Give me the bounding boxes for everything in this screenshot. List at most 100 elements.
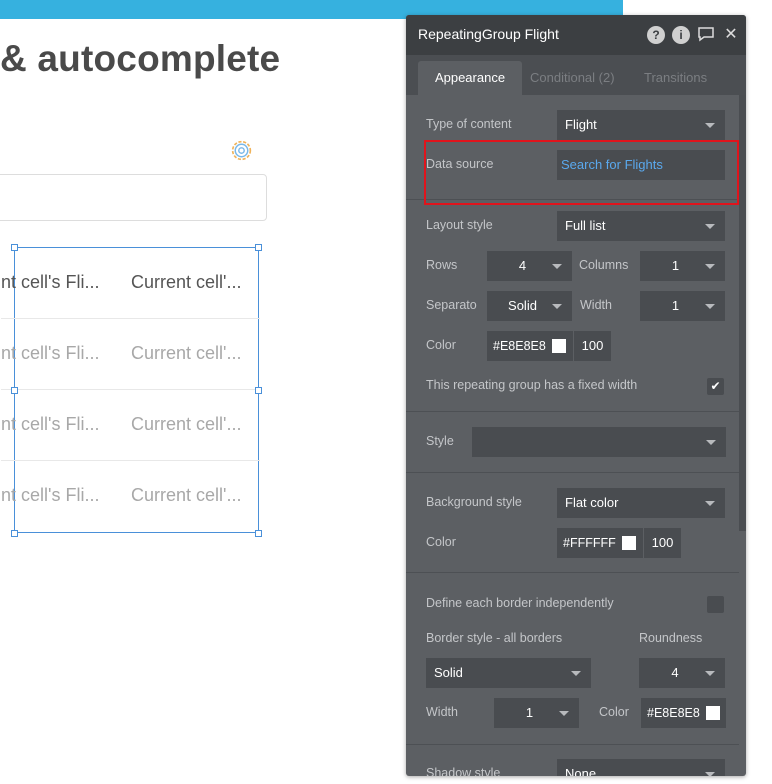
cell-flight: nt cell's Fli... bbox=[1, 414, 100, 434]
border-color-label: Color bbox=[599, 705, 629, 719]
layout-style-dropdown[interactable]: Full list bbox=[557, 211, 725, 241]
width-label: Width bbox=[580, 298, 612, 312]
tab-conditional[interactable]: Conditional (2) bbox=[530, 61, 615, 95]
border-style-dropdown[interactable]: Solid bbox=[426, 658, 591, 688]
chevron-down-icon bbox=[552, 264, 562, 269]
comment-icon[interactable] bbox=[697, 26, 715, 44]
chevron-down-icon bbox=[705, 772, 715, 776]
chevron-down-icon bbox=[705, 671, 715, 676]
search-input[interactable] bbox=[0, 174, 267, 221]
divider bbox=[406, 744, 739, 745]
border-style-value: Solid bbox=[434, 665, 463, 680]
property-editor-panel: RepeatingGroup Flight ? i ✕ Appearance C… bbox=[406, 15, 746, 776]
chevron-down-icon bbox=[705, 123, 715, 128]
border-color-swatch[interactable] bbox=[706, 706, 720, 720]
cell-current: Current cell'... bbox=[131, 272, 242, 292]
resize-handle[interactable] bbox=[11, 387, 18, 394]
cell-flight: nt cell's Fli... bbox=[1, 343, 100, 363]
style-label: Style bbox=[426, 434, 454, 448]
columns-label: Columns bbox=[579, 258, 629, 272]
shadow-style-value: None bbox=[565, 766, 597, 776]
chevron-down-icon bbox=[705, 264, 715, 269]
background-style-dropdown[interactable]: Flat color bbox=[557, 488, 725, 518]
resize-handle[interactable] bbox=[255, 387, 262, 394]
roundness-value: 4 bbox=[671, 665, 679, 680]
shadow-style-label: Shadow style bbox=[426, 766, 501, 776]
background-style-label: Background style bbox=[426, 495, 522, 509]
page-title: & autocomplete bbox=[0, 38, 281, 79]
cell-current: Current cell'... bbox=[131, 414, 242, 434]
type-of-content-label: Type of content bbox=[426, 117, 512, 131]
columns-dropdown[interactable]: 1 bbox=[640, 251, 725, 281]
chevron-down-icon bbox=[705, 501, 715, 506]
shadow-style-dropdown[interactable]: None bbox=[557, 759, 725, 776]
color-hex-value: #E8E8E8 bbox=[493, 339, 546, 353]
border-width-dropdown[interactable]: 1 bbox=[494, 698, 579, 728]
border-independent-checkbox[interactable] bbox=[707, 596, 724, 613]
separator-width-value: 1 bbox=[671, 298, 680, 313]
chevron-down-icon bbox=[559, 711, 569, 716]
panel-tabs: Appearance Conditional (2) Transitions bbox=[406, 55, 746, 95]
chevron-down-icon bbox=[552, 304, 562, 309]
cell-current: Current cell'... bbox=[131, 343, 242, 363]
table-row[interactable]: nt cell's Fli... Current cell'... bbox=[1, 248, 260, 319]
help-icon[interactable]: ? bbox=[647, 26, 665, 44]
bg-color-swatch[interactable] bbox=[622, 536, 636, 550]
tab-transitions[interactable]: Transitions bbox=[644, 61, 707, 95]
separator-width-dropdown[interactable]: 1 bbox=[640, 291, 725, 321]
panel-title: RepeatingGroup Flight bbox=[418, 26, 559, 42]
separator-value: Solid bbox=[508, 298, 537, 313]
background-style-value: Flat color bbox=[565, 495, 619, 510]
tab-appearance[interactable]: Appearance bbox=[418, 61, 522, 95]
border-style-label: Border style - all borders bbox=[426, 631, 563, 645]
layout-style-value: Full list bbox=[565, 218, 606, 233]
cell-flight: nt cell's Fli... bbox=[1, 485, 100, 505]
type-of-content-dropdown[interactable]: Flight bbox=[557, 110, 725, 140]
panel-header[interactable]: RepeatingGroup Flight ? i ✕ bbox=[406, 15, 746, 55]
info-icon[interactable]: i bbox=[672, 26, 690, 44]
gear-icon[interactable] bbox=[229, 138, 254, 163]
fixed-width-label: This repeating group has a fixed width bbox=[426, 378, 638, 392]
style-dropdown[interactable] bbox=[472, 427, 726, 457]
roundness-dropdown[interactable]: 4 bbox=[639, 658, 725, 688]
divider bbox=[406, 572, 739, 573]
chevron-down-icon bbox=[705, 224, 715, 229]
table-row[interactable]: nt cell's Fli... Current cell'... bbox=[1, 390, 260, 461]
table-row[interactable]: nt cell's Fli... Current cell'... bbox=[1, 461, 260, 532]
border-independent-label: Define each border independently bbox=[426, 596, 614, 610]
columns-value: 1 bbox=[671, 258, 680, 273]
divider bbox=[406, 472, 739, 473]
chevron-down-icon bbox=[706, 440, 716, 445]
bg-color-label: Color bbox=[426, 535, 456, 549]
separator-dropdown[interactable]: Solid bbox=[487, 291, 572, 321]
fixed-width-checkbox[interactable]: ✔ bbox=[707, 378, 724, 395]
resize-handle[interactable] bbox=[255, 530, 262, 537]
close-icon[interactable]: ✕ bbox=[722, 26, 740, 44]
roundness-label: Roundness bbox=[639, 631, 703, 645]
border-width-value: 1 bbox=[525, 705, 534, 720]
color-opacity-input[interactable]: 100 bbox=[573, 331, 611, 361]
table-row[interactable]: nt cell's Fli... Current cell'... bbox=[1, 319, 260, 390]
rows-value: 4 bbox=[518, 258, 527, 273]
panel-scrollbar[interactable] bbox=[739, 95, 746, 531]
data-source-highlight bbox=[424, 140, 739, 205]
resize-handle[interactable] bbox=[11, 530, 18, 537]
resize-handle[interactable] bbox=[255, 244, 262, 251]
cell-current: Current cell'... bbox=[131, 485, 242, 505]
repeating-group[interactable]: nt cell's Fli... Current cell'... nt cel… bbox=[1, 247, 260, 533]
cell-flight: nt cell's Fli... bbox=[1, 272, 100, 292]
rows-dropdown[interactable]: 4 bbox=[487, 251, 572, 281]
layout-style-label: Layout style bbox=[426, 218, 493, 232]
color-label: Color bbox=[426, 338, 456, 352]
bg-color-hex-value: #FFFFFF bbox=[563, 536, 616, 550]
rows-label: Rows bbox=[426, 258, 458, 272]
color-swatch[interactable] bbox=[552, 339, 566, 353]
chevron-down-icon bbox=[705, 304, 715, 309]
border-width-label: Width bbox=[426, 705, 458, 719]
divider bbox=[406, 411, 739, 412]
type-of-content-value: Flight bbox=[565, 117, 597, 132]
separator-label: Separato bbox=[426, 298, 477, 312]
resize-handle[interactable] bbox=[11, 244, 18, 251]
chevron-down-icon bbox=[571, 671, 581, 676]
bg-color-opacity-input[interactable]: 100 bbox=[643, 528, 681, 558]
